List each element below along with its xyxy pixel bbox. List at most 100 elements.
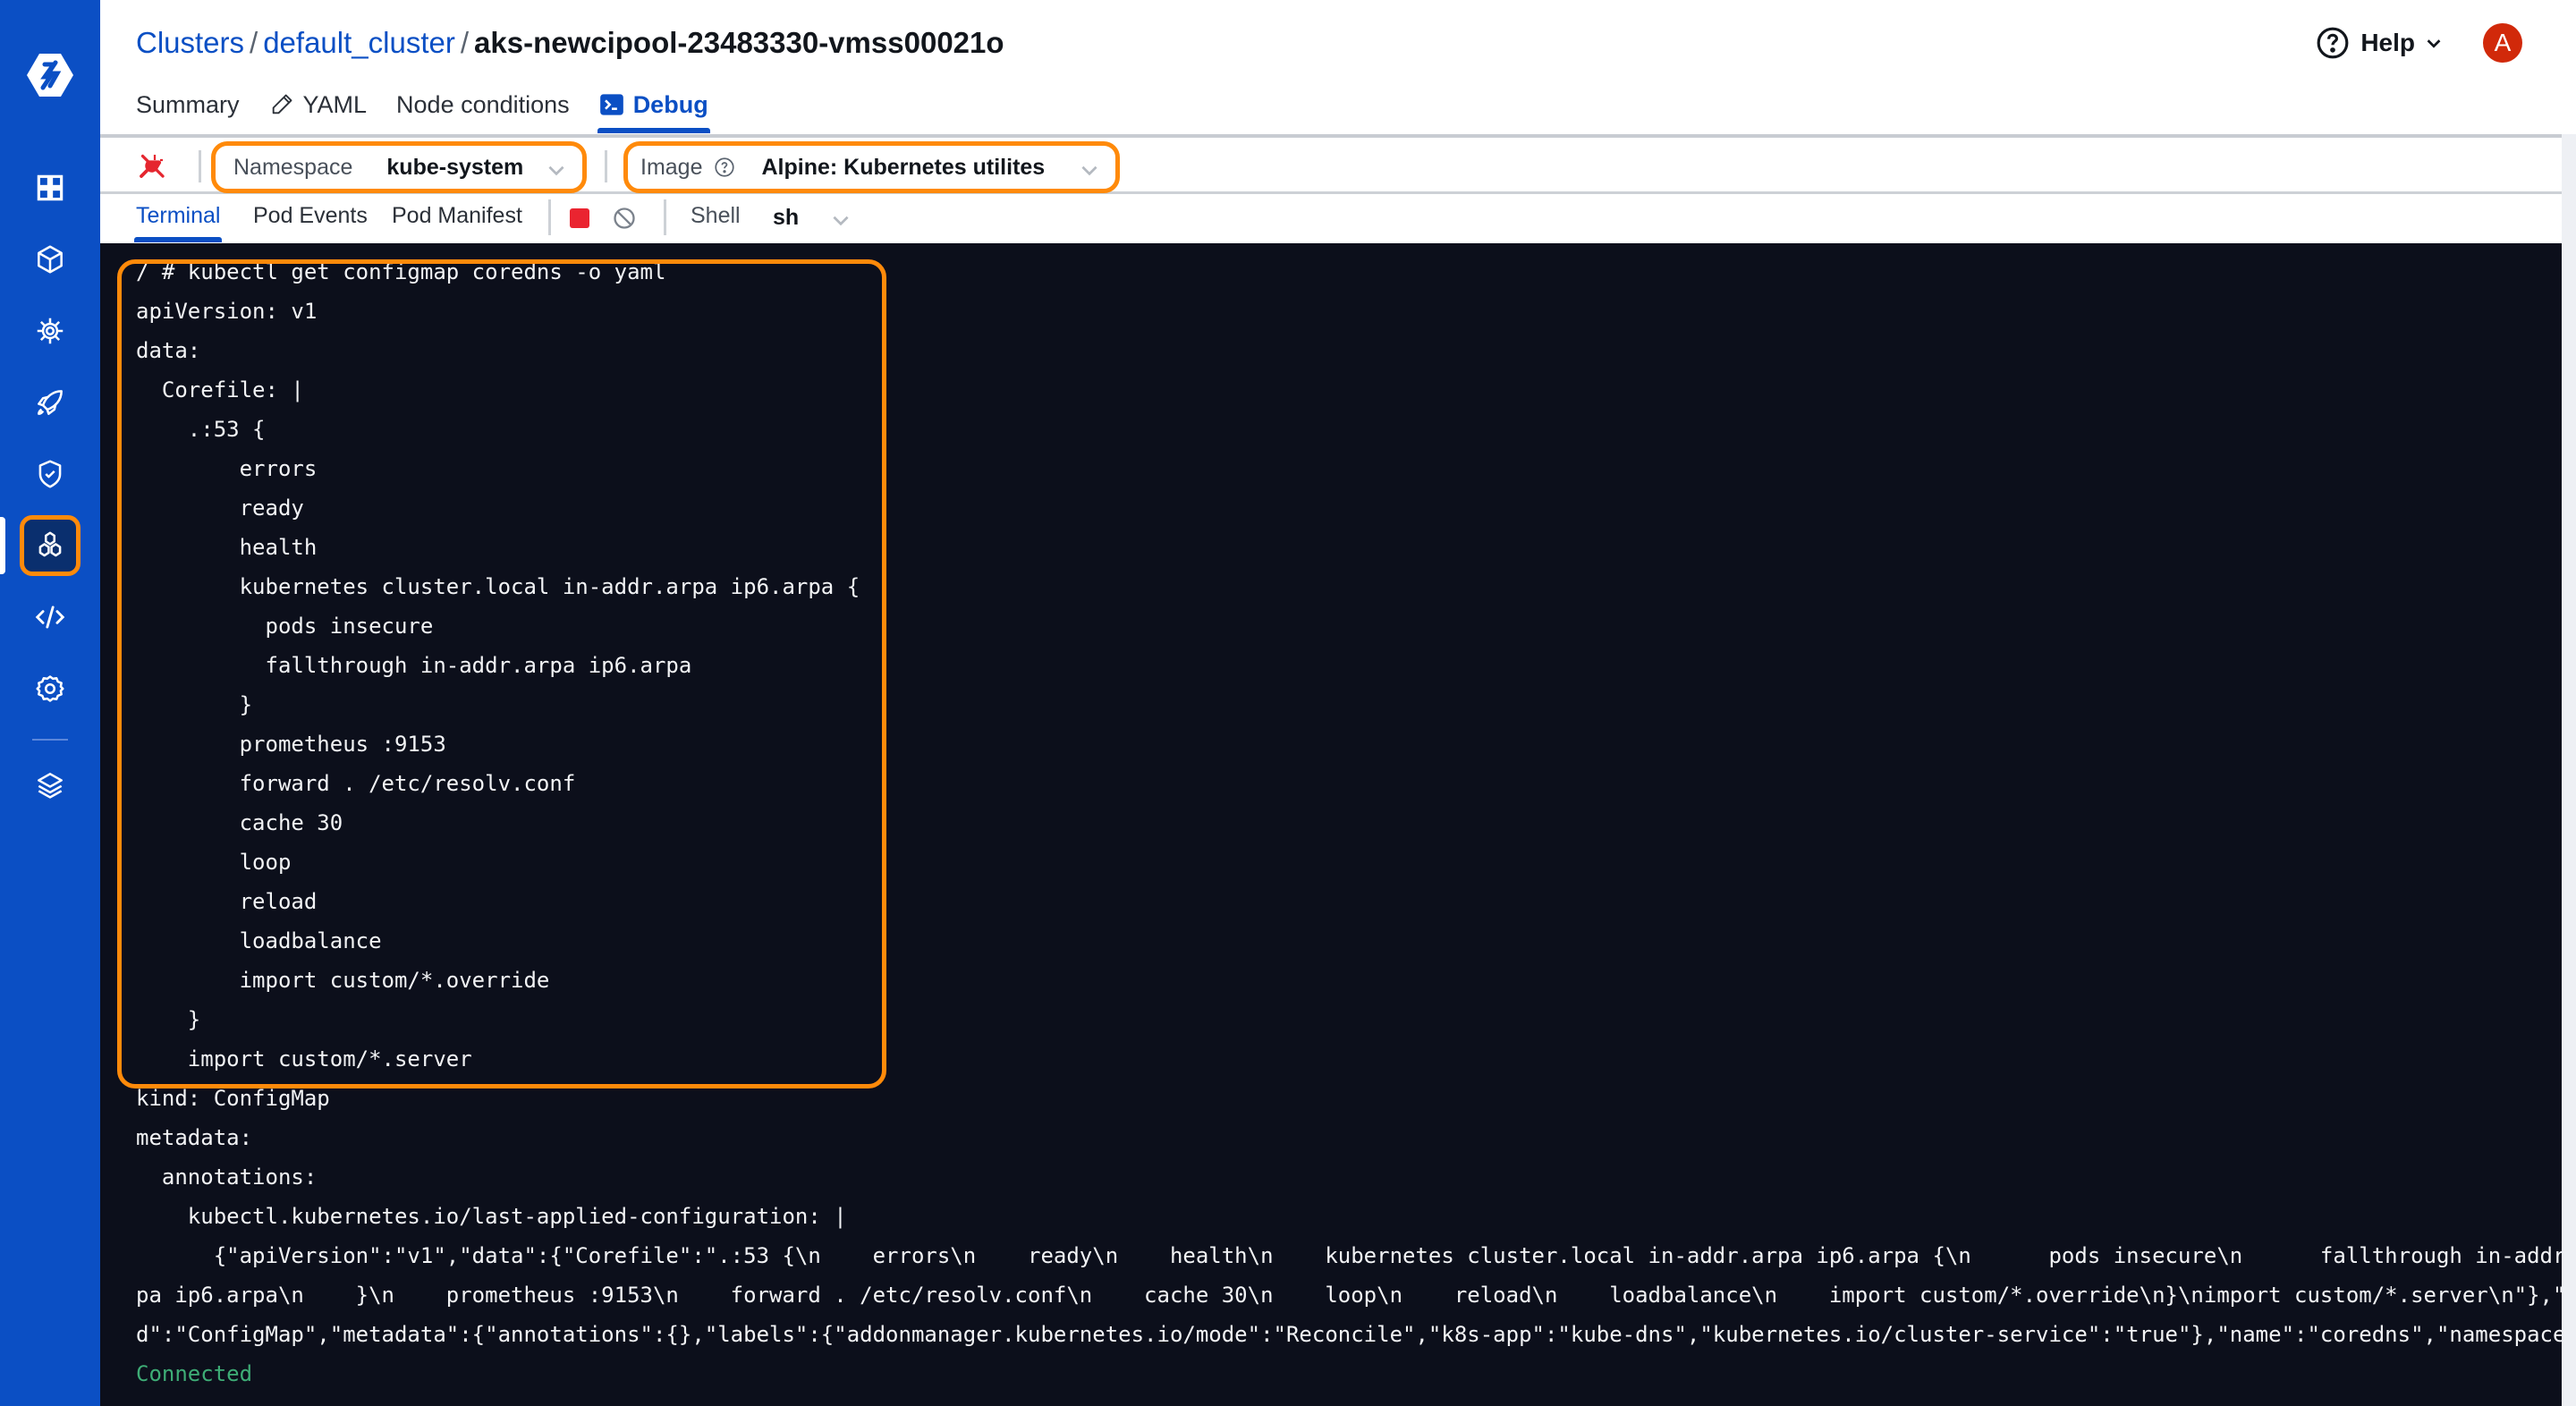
page-scrollbar[interactable]	[2562, 134, 2576, 1406]
code-icon	[35, 606, 65, 629]
toolbar-separator	[199, 150, 201, 182]
shell-label: Shell	[691, 203, 741, 228]
sidebar-item-workloads[interactable]	[20, 229, 80, 290]
sidebar-item-dashboard[interactable]	[20, 157, 80, 218]
toolbar-separator	[605, 150, 607, 182]
clear-icon[interactable]	[612, 206, 637, 231]
sidebar	[0, 0, 100, 1406]
helm-icon	[37, 318, 64, 344]
terminal-line: import custom/*.server	[136, 1046, 472, 1071]
terminal-line: apiVersion: v1	[136, 299, 318, 324]
tab-summary[interactable]: Summary	[136, 86, 240, 123]
tab-debug[interactable]: Debug	[597, 86, 710, 133]
tab-label: Summary	[136, 90, 240, 118]
subtab-terminal[interactable]: Terminal	[133, 203, 223, 242]
chevron-down-icon	[548, 165, 564, 176]
subtab-pod-manifest[interactable]: Pod Manifest	[392, 203, 522, 229]
subtab-separator	[548, 199, 551, 235]
terminal-line: / # kubectl get configmap coredns -o yam…	[136, 259, 666, 284]
terminal-line: kubectl.kubernetes.io/last-applied-confi…	[136, 1204, 847, 1229]
page-title: aks-newcipool-23483330-vmss00021o	[474, 26, 1004, 59]
shield-check-icon	[38, 460, 62, 488]
terminal-line: forward . /etc/resolv.conf	[136, 771, 576, 796]
image-label: Image	[640, 154, 703, 180]
help-circle-icon	[2317, 27, 2349, 59]
breadcrumb-separator: /	[460, 26, 470, 59]
app-logo-icon[interactable]	[23, 50, 77, 100]
terminal-line: metadata:	[136, 1125, 253, 1150]
breadcrumb-separator: /	[250, 26, 258, 59]
unplug-icon[interactable]	[136, 149, 168, 182]
image-value: Alpine: Kubernetes utilites	[761, 154, 1046, 180]
sidebar-item-developer[interactable]	[20, 587, 80, 648]
terminal-line: reload	[136, 889, 318, 914]
terminal-line: .:53 {	[136, 417, 266, 442]
hexagons-icon	[38, 531, 62, 557]
shell-select[interactable]: sh	[773, 205, 799, 231]
terminal-line: import custom/*.override	[136, 968, 550, 993]
image-select[interactable]: Image Alpine: Kubernetes utilites	[623, 141, 1120, 193]
breadcrumb-clusters[interactable]: Clusters	[136, 26, 244, 59]
header-actions: Help A	[2316, 21, 2522, 64]
terminal-line: errors	[136, 456, 318, 481]
chevron-down-icon	[2427, 39, 2441, 48]
user-avatar[interactable]: A	[2483, 23, 2522, 63]
terminal-line: }	[136, 692, 253, 717]
terminal-line: kind: ConfigMap	[136, 1086, 330, 1111]
subtab-pod-events[interactable]: Pod Events	[253, 203, 368, 229]
sidebar-item-stacks[interactable]	[20, 755, 80, 816]
chevron-down-icon	[1081, 165, 1097, 176]
terminal-output: / # kubectl get configmap coredns -o yam…	[136, 252, 2562, 1393]
terminal-line: loop	[136, 850, 292, 875]
terminal-line: annotations:	[136, 1165, 318, 1190]
tab-node-conditions[interactable]: Node conditions	[396, 86, 570, 123]
sidebar-divider	[32, 739, 68, 741]
terminal-line: }	[136, 1007, 201, 1032]
terminal-line: data:	[136, 338, 201, 363]
breadcrumb-cluster[interactable]: default_cluster	[263, 26, 455, 59]
breadcrumb: Clusters / default_cluster / aks-newcipool-2…	[136, 25, 1004, 61]
terminal-line: {"apiVersion":"v1","data":{"Corefile":".…	[136, 1243, 2562, 1268]
sidebar-item-settings[interactable]	[20, 658, 80, 719]
sidebar-item-clusters[interactable]	[20, 515, 80, 576]
terminal[interactable]: / # kubectl get configmap coredns -o yam…	[100, 243, 2562, 1406]
cube-icon	[38, 245, 63, 274]
terminal-icon	[599, 94, 623, 115]
tab-label: Node conditions	[396, 90, 570, 118]
namespace-label: Namespace	[233, 154, 353, 180]
namespace-select[interactable]: Namespace kube-system	[211, 141, 587, 193]
sidebar-item-security[interactable]	[20, 444, 80, 504]
terminal-line: fallthrough in-addr.arpa ip6.arpa	[136, 653, 692, 678]
namespace-value: kube-system	[386, 154, 524, 180]
rocket-icon	[38, 390, 63, 415]
sidebar-item-helm[interactable]	[20, 301, 80, 361]
subtab-separator	[664, 199, 666, 235]
debug-subtabs: Terminal Pod Events Pod Manifest Shell s…	[100, 194, 2562, 243]
terminal-line: health	[136, 535, 318, 560]
page-tabs: Summary YAML Node conditions Debug	[136, 86, 738, 133]
grid-icon	[37, 174, 64, 201]
stop-button[interactable]	[570, 208, 589, 228]
terminal-line: cache 30	[136, 810, 343, 835]
terminal-line: ready	[136, 495, 304, 521]
tab-label: YAML	[302, 90, 368, 118]
terminal-line: loadbalance	[136, 928, 382, 953]
debug-toolbar: Namespace kube-system Image Alpine: Kube…	[100, 138, 2562, 194]
connection-status: Connected	[136, 1361, 253, 1386]
tab-label: Debug	[632, 90, 708, 118]
pencil-icon	[272, 94, 292, 114]
chevron-down-icon[interactable]	[829, 208, 852, 232]
terminal-line: pa ip6.arpa\n }\n prometheus :9153\n for…	[136, 1283, 2562, 1308]
help-circle-icon[interactable]	[713, 156, 736, 179]
terminal-line: d":"ConfigMap","metadata":{"annotations"…	[136, 1322, 2562, 1347]
terminal-line: Corefile: |	[136, 377, 304, 402]
help-menu-button[interactable]: Help	[2316, 26, 2444, 60]
terminal-line: prometheus :9153	[136, 732, 446, 757]
terminal-line: pods insecure	[136, 614, 434, 639]
layers-icon	[38, 773, 63, 799]
terminal-line: kubernetes cluster.local in-addr.arpa ip…	[136, 574, 860, 599]
settings-icon	[36, 675, 64, 702]
sidebar-item-deployments[interactable]	[20, 372, 80, 433]
tab-yaml[interactable]: YAML	[269, 86, 368, 123]
help-label: Help	[2360, 29, 2415, 56]
